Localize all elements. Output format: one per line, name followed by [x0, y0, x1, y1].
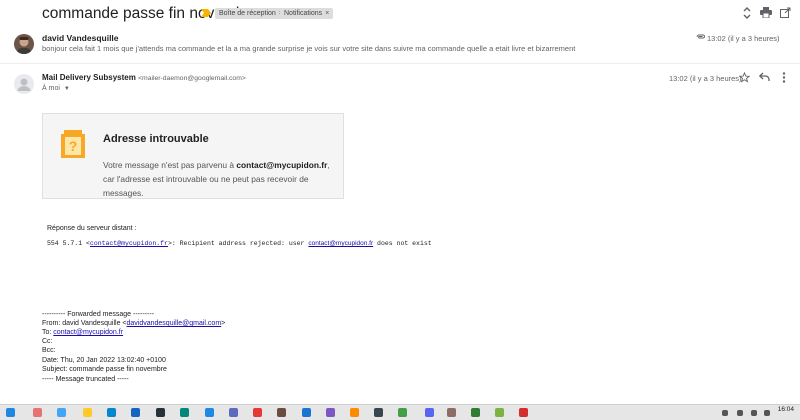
- address-link[interactable]: contact@mycupidon.fr: [90, 240, 168, 247]
- delivery-failure-notice: ? Adresse introuvable Votre message n'es…: [42, 113, 344, 199]
- expand-collapse-icon[interactable]: [740, 7, 754, 21]
- system-tray-icon[interactable]: [722, 410, 728, 416]
- importance-marker-icon[interactable]: [201, 9, 211, 17]
- app-icon[interactable]: [398, 408, 407, 417]
- warning-icon: ?: [61, 130, 85, 158]
- app-icon[interactable]: [156, 408, 165, 417]
- app-icon[interactable]: [229, 408, 238, 417]
- taskbar-clock[interactable]: 16:04: [778, 406, 794, 413]
- message-timestamp: 13:02 (il y a 3 heures): [707, 34, 780, 43]
- discord-icon[interactable]: [425, 408, 434, 417]
- start-icon[interactable]: [6, 408, 15, 417]
- label-chip-inbox[interactable]: Boîte de réception×: [215, 8, 287, 19]
- more-options-icon[interactable]: [777, 72, 791, 86]
- app-icon[interactable]: [350, 408, 359, 417]
- message-truncated-notice: ----- Message truncated -----: [42, 376, 129, 383]
- forwarded-bcc: Bcc:: [42, 347, 56, 354]
- forwarded-to: To: contact@mycupidon.fr: [42, 329, 124, 336]
- app-icon[interactable]: [326, 408, 335, 417]
- app-icon[interactable]: [180, 408, 189, 417]
- label-chip-notifications[interactable]: Notifications ×: [280, 8, 334, 19]
- address-link[interactable]: contact@mycupidon.fr: [308, 240, 373, 247]
- email-link[interactable]: davidvandesquille@gmail.com: [127, 320, 222, 327]
- forwarded-subject: Subject: commande passe fin novembre: [42, 366, 167, 373]
- svg-text:?: ?: [69, 138, 78, 154]
- star-icon[interactable]: [737, 71, 751, 86]
- forwarded-date: Date: Thu, 20 Jan 2022 13:02:40 +0100: [42, 357, 166, 364]
- battery-icon[interactable]: [764, 410, 770, 416]
- chevron-down-icon[interactable]: ▼: [64, 86, 70, 92]
- volume-icon[interactable]: [751, 410, 757, 416]
- app-icon[interactable]: [131, 408, 140, 417]
- network-icon[interactable]: [737, 410, 743, 416]
- failed-address: contact@mycupidon.fr: [236, 160, 328, 170]
- recipient-dropdown[interactable]: À moi ▼: [42, 85, 70, 92]
- server-response-title: Réponse du serveur distant :: [47, 225, 137, 232]
- remove-label-icon[interactable]: ×: [325, 10, 329, 17]
- sender-name[interactable]: david Vandesquille: [42, 33, 119, 43]
- app-icon[interactable]: [471, 408, 480, 417]
- app-icon[interactable]: [277, 408, 286, 417]
- forwarded-cc: Cc:: [42, 338, 53, 345]
- recipient-label: À moi: [42, 85, 60, 92]
- app-icon[interactable]: [495, 408, 504, 417]
- app-icon[interactable]: [33, 408, 42, 417]
- app-icon[interactable]: [107, 408, 116, 417]
- message-divider: [0, 63, 800, 64]
- app-icon[interactable]: [57, 408, 66, 417]
- sender-email: <mailer-daemon@googlemail.com>: [138, 75, 246, 82]
- server-response-line: 554 5.7.1 <contact@mycupidon.fr>: Recipi…: [47, 240, 432, 247]
- reply-icon[interactable]: [757, 72, 771, 86]
- app-icon[interactable]: [302, 408, 311, 417]
- app-icon[interactable]: [447, 408, 456, 417]
- label-chip-text: Boîte de réception: [219, 10, 276, 17]
- message-timestamp: 13:02 (il y a 3 heures): [669, 74, 742, 83]
- pdf-icon[interactable]: [519, 408, 528, 417]
- print-icon[interactable]: [759, 7, 773, 21]
- email-link[interactable]: contact@mycupidon.fr: [53, 329, 123, 336]
- sender-name[interactable]: Mail Delivery Subsystem: [42, 73, 136, 82]
- notice-text: Votre message n'est pas parvenu à contac…: [103, 160, 330, 198]
- open-new-window-icon[interactable]: [778, 7, 792, 21]
- app-icon[interactable]: [253, 408, 262, 417]
- forwarded-header: ---------- Forwarded message ---------: [42, 311, 154, 318]
- app-icon[interactable]: [205, 408, 214, 417]
- forwarded-from: From: david Vandesquille <davidvandesqui…: [42, 320, 226, 327]
- sender-avatar[interactable]: [14, 34, 34, 54]
- steam-icon[interactable]: [374, 408, 383, 417]
- folder-icon[interactable]: [83, 408, 92, 417]
- sender-avatar[interactable]: [14, 74, 34, 94]
- label-chip-text: Notifications: [284, 10, 323, 17]
- taskbar: 16:04: [0, 404, 800, 420]
- message-snippet[interactable]: bonjour cela fait 1 mois que j'attends m…: [42, 44, 575, 53]
- attachment-icon: [695, 33, 705, 43]
- sender-line[interactable]: Mail Delivery Subsystem <mailer-daemon@g…: [42, 73, 246, 82]
- notice-title: Adresse introuvable: [103, 133, 209, 145]
